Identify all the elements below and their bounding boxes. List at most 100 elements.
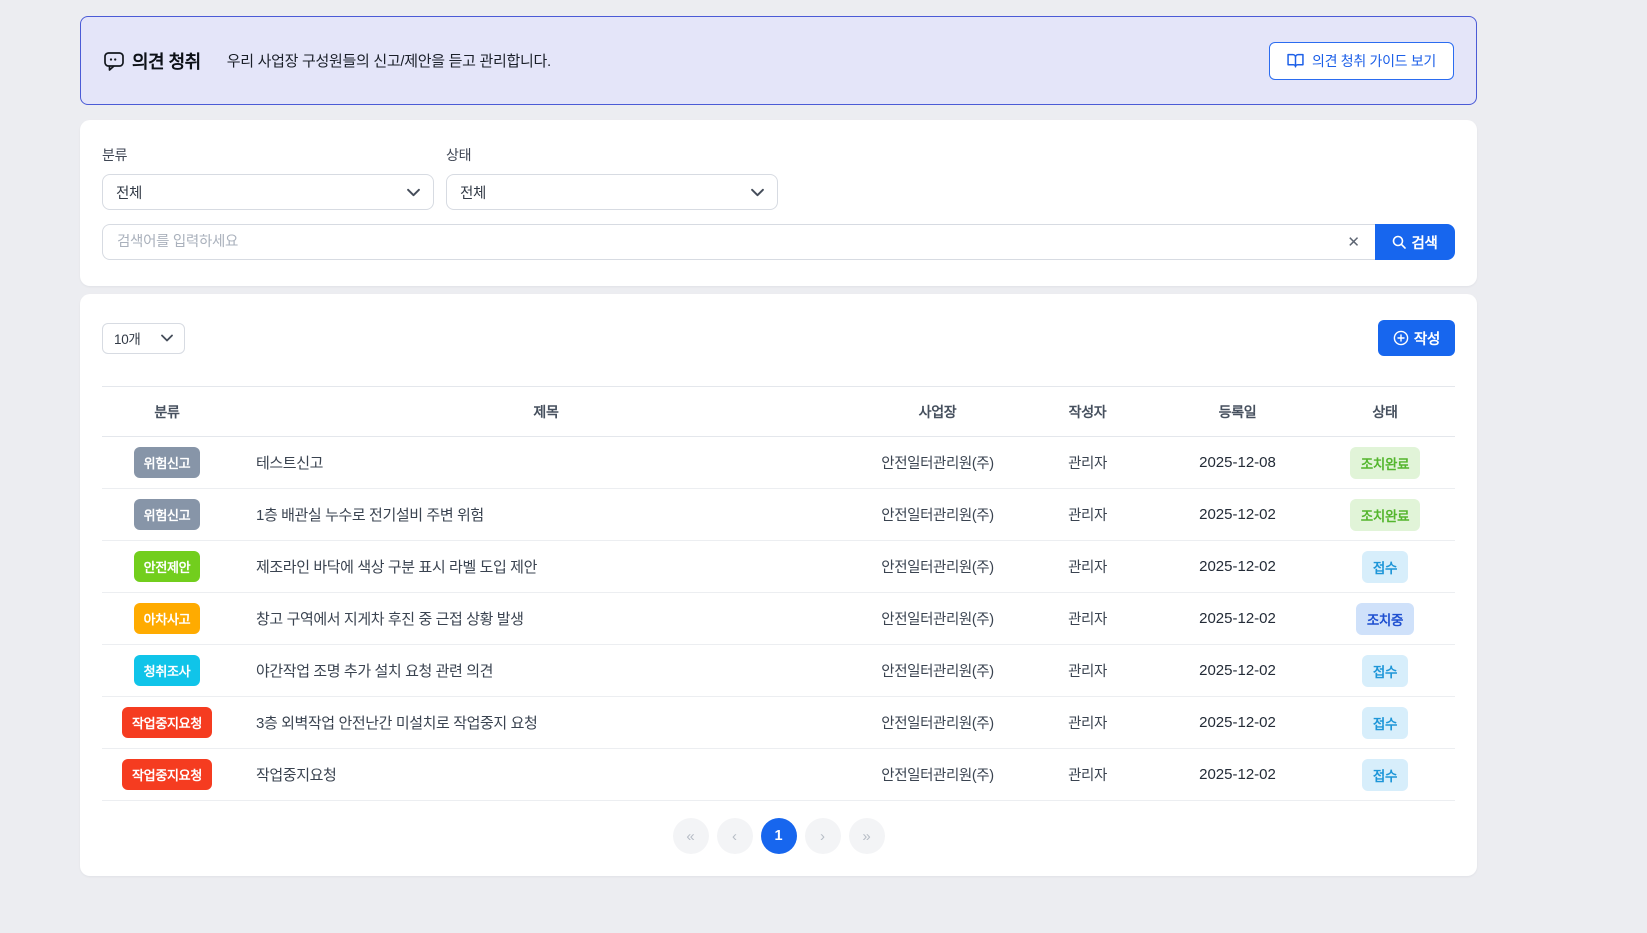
category-badge: 청취조사 bbox=[134, 655, 201, 686]
row-title[interactable]: 3층 외벽작업 안전난간 미설치로 작업중지 요청 bbox=[232, 712, 860, 733]
list-toolbar: 10개 작성 bbox=[102, 320, 1455, 356]
search-icon bbox=[1392, 235, 1406, 249]
page-description: 우리 사업장 구성원들의 신고/제안을 듣고 관리합니다. bbox=[227, 50, 551, 71]
banner: 의견 청취 우리 사업장 구성원들의 신고/제안을 듣고 관리합니다. 의견 청… bbox=[80, 16, 1477, 105]
row-date: 2025-12-02 bbox=[1160, 558, 1315, 575]
status-badge: 접수 bbox=[1362, 707, 1408, 739]
row-status-cell: 접수 bbox=[1315, 707, 1455, 739]
row-category-cell: 작업중지요청 bbox=[102, 759, 232, 790]
row-category-cell: 청취조사 bbox=[102, 655, 232, 686]
row-status-cell: 접수 bbox=[1315, 759, 1455, 791]
row-title[interactable]: 창고 구역에서 지게차 후진 중 근접 상황 발생 bbox=[232, 608, 860, 629]
row-status-cell: 조치완료 bbox=[1315, 447, 1455, 479]
row-title[interactable]: 작업중지요청 bbox=[232, 764, 860, 785]
clear-search-button[interactable]: ✕ bbox=[1332, 233, 1375, 251]
chevron-down-icon bbox=[161, 334, 173, 342]
row-site: 안전일터관리원(주) bbox=[860, 660, 1015, 681]
guide-button[interactable]: 의견 청취 가이드 보기 bbox=[1269, 42, 1454, 80]
opinions-table: 분류 제목 사업장 작성자 등록일 상태 위험신고 테스트신고 안전일터관리원(… bbox=[102, 386, 1455, 801]
status-badge: 조치완료 bbox=[1350, 447, 1420, 479]
page-button-1[interactable]: 1 bbox=[761, 818, 797, 854]
create-button-label: 작성 bbox=[1414, 328, 1440, 349]
status-badge: 조치중 bbox=[1356, 603, 1414, 635]
table-row[interactable]: 위험신고 1층 배관실 누수로 전기설비 주변 위험 안전일터관리원(주) 관리… bbox=[102, 489, 1455, 541]
table-row[interactable]: 위험신고 테스트신고 안전일터관리원(주) 관리자 2025-12-08 조치완… bbox=[102, 437, 1455, 489]
status-filter-label: 상태 bbox=[446, 145, 778, 165]
row-title[interactable]: 야간작업 조명 추가 설치 요청 관련 의견 bbox=[232, 660, 860, 681]
search-row: ✕ 검색 bbox=[102, 224, 1455, 260]
row-title[interactable]: 제조라인 바닥에 색상 구분 표시 라벨 도입 제안 bbox=[232, 556, 860, 577]
table-row[interactable]: 아차사고 창고 구역에서 지게차 후진 중 근접 상황 발생 안전일터관리원(주… bbox=[102, 593, 1455, 645]
status-badge: 접수 bbox=[1362, 759, 1408, 791]
status-select[interactable]: 전체 bbox=[446, 174, 778, 210]
row-site: 안전일터관리원(주) bbox=[860, 504, 1015, 525]
row-author: 관리자 bbox=[1015, 452, 1160, 473]
row-category-cell: 작업중지요청 bbox=[102, 707, 232, 738]
row-date: 2025-12-02 bbox=[1160, 714, 1315, 731]
table-row[interactable]: 작업중지요청 3층 외벽작업 안전난간 미설치로 작업중지 요청 안전일터관리원… bbox=[102, 697, 1455, 749]
row-title[interactable]: 테스트신고 bbox=[232, 452, 860, 473]
row-site: 안전일터관리원(주) bbox=[860, 764, 1015, 785]
page-size-select[interactable]: 10개 bbox=[102, 323, 185, 354]
row-date: 2025-12-08 bbox=[1160, 454, 1315, 471]
column-header-title: 제목 bbox=[232, 402, 860, 422]
last-page-button[interactable]: » bbox=[849, 818, 885, 854]
search-button[interactable]: 검색 bbox=[1375, 224, 1455, 260]
row-category-cell: 아차사고 bbox=[102, 603, 232, 634]
row-status-cell: 조치중 bbox=[1315, 603, 1455, 635]
category-select[interactable]: 전체 bbox=[102, 174, 434, 210]
table-row[interactable]: 청취조사 야간작업 조명 추가 설치 요청 관련 의견 안전일터관리원(주) 관… bbox=[102, 645, 1455, 697]
category-badge: 작업중지요청 bbox=[122, 759, 212, 790]
category-badge: 아차사고 bbox=[134, 603, 201, 634]
next-page-button[interactable]: › bbox=[805, 818, 841, 854]
row-author: 관리자 bbox=[1015, 504, 1160, 525]
pagination: « ‹ 1 › » bbox=[102, 818, 1455, 854]
row-title[interactable]: 1층 배관실 누수로 전기설비 주변 위험 bbox=[232, 504, 860, 525]
filter-row: 분류 전체 상태 전체 bbox=[102, 145, 1455, 210]
table-body: 위험신고 테스트신고 안전일터관리원(주) 관리자 2025-12-08 조치완… bbox=[102, 437, 1455, 801]
category-select-value: 전체 bbox=[116, 182, 142, 203]
search-button-label: 검색 bbox=[1411, 232, 1437, 253]
row-author: 관리자 bbox=[1015, 608, 1160, 629]
filter-card: 분류 전체 상태 전체 bbox=[80, 120, 1477, 286]
banner-left: 의견 청취 우리 사업장 구성원들의 신고/제안을 듣고 관리합니다. bbox=[103, 48, 551, 74]
first-page-button[interactable]: « bbox=[673, 818, 709, 854]
search-input[interactable] bbox=[103, 234, 1332, 250]
row-date: 2025-12-02 bbox=[1160, 610, 1315, 627]
category-badge: 위험신고 bbox=[134, 447, 201, 478]
category-badge: 안전제안 bbox=[134, 551, 201, 582]
create-button[interactable]: 작성 bbox=[1378, 320, 1455, 356]
table-row[interactable]: 작업중지요청 작업중지요청 안전일터관리원(주) 관리자 2025-12-02 … bbox=[102, 749, 1455, 801]
row-site: 안전일터관리원(주) bbox=[860, 712, 1015, 733]
opinion-listening-page: 의견 청취 우리 사업장 구성원들의 신고/제안을 듣고 관리합니다. 의견 청… bbox=[80, 0, 1477, 876]
speech-bubble-icon bbox=[103, 50, 125, 72]
page-title: 의견 청취 bbox=[132, 48, 201, 74]
status-badge: 접수 bbox=[1362, 551, 1408, 583]
row-site: 안전일터관리원(주) bbox=[860, 452, 1015, 473]
row-status-cell: 접수 bbox=[1315, 655, 1455, 687]
prev-page-button[interactable]: ‹ bbox=[717, 818, 753, 854]
row-author: 관리자 bbox=[1015, 764, 1160, 785]
category-filter-group: 분류 전체 bbox=[102, 145, 434, 210]
status-select-value: 전체 bbox=[460, 182, 486, 203]
plus-circle-icon bbox=[1393, 330, 1409, 346]
row-site: 안전일터관리원(주) bbox=[860, 556, 1015, 577]
row-date: 2025-12-02 bbox=[1160, 506, 1315, 523]
category-filter-label: 분류 bbox=[102, 145, 434, 165]
row-status-cell: 접수 bbox=[1315, 551, 1455, 583]
table-row[interactable]: 안전제안 제조라인 바닥에 색상 구분 표시 라벨 도입 제안 안전일터관리원(… bbox=[102, 541, 1455, 593]
search-input-wrap: ✕ bbox=[102, 224, 1375, 260]
page-size-value: 10개 bbox=[114, 328, 141, 348]
column-header-site: 사업장 bbox=[860, 402, 1015, 422]
row-category-cell: 위험신고 bbox=[102, 447, 232, 478]
row-site: 안전일터관리원(주) bbox=[860, 608, 1015, 629]
category-badge: 작업중지요청 bbox=[122, 707, 212, 738]
guide-button-label: 의견 청취 가이드 보기 bbox=[1312, 51, 1436, 71]
book-icon bbox=[1287, 53, 1304, 68]
row-author: 관리자 bbox=[1015, 712, 1160, 733]
column-header-author: 작성자 bbox=[1015, 402, 1160, 422]
row-author: 관리자 bbox=[1015, 660, 1160, 681]
column-header-category: 분류 bbox=[102, 402, 232, 422]
list-card: 10개 작성 분류 제목 사업장 작성자 등록일 상태 bbox=[80, 294, 1477, 876]
row-date: 2025-12-02 bbox=[1160, 766, 1315, 783]
